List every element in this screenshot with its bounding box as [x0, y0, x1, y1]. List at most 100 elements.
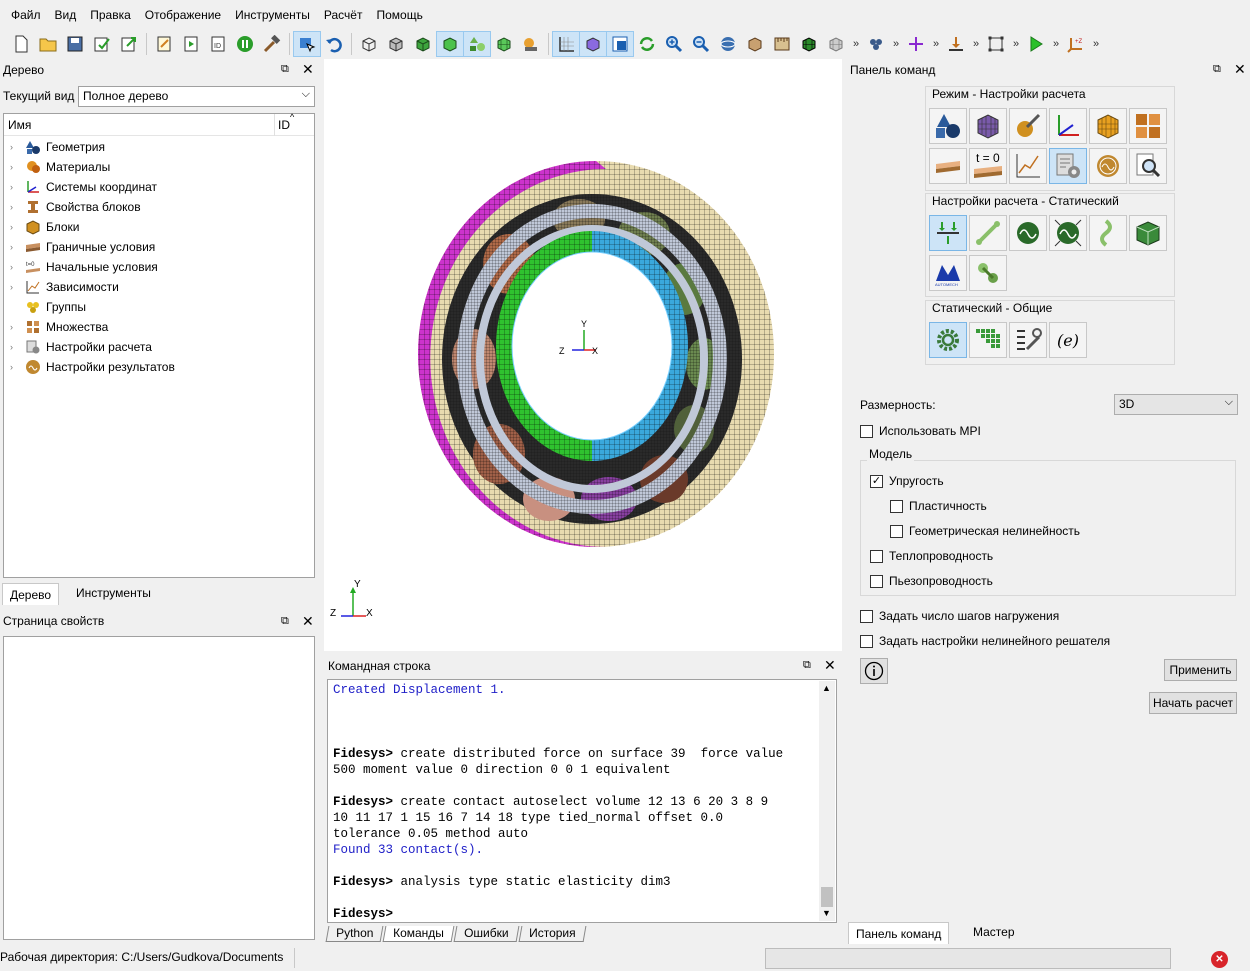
wireframe-cube-icon[interactable]	[356, 32, 382, 56]
load-steps-checkbox[interactable]: Задать число шагов нагружения	[860, 609, 1059, 623]
tab-errors[interactable]: Ошибки	[453, 926, 520, 942]
axes-grid-icon[interactable]	[552, 31, 580, 57]
checkbox-box[interactable]	[870, 549, 883, 563]
static-analysis-icon[interactable]	[929, 215, 967, 251]
open-folder-icon[interactable]	[35, 32, 61, 56]
toolbar-overflow-icon[interactable]: »	[1090, 38, 1102, 50]
close-icon[interactable]: ✕	[824, 657, 836, 674]
export-icon[interactable]	[116, 32, 142, 56]
tree-item-sets[interactable]: › Множества	[4, 317, 314, 337]
chevron-right-icon[interactable]: ›	[10, 142, 24, 152]
tree-item-block-properties[interactable]: › Свойства блоков	[4, 197, 314, 217]
checkbox-checked[interactable]: ✓	[870, 474, 883, 488]
scroll-down-icon[interactable]: ▼	[822, 908, 831, 918]
window-view-icon[interactable]	[606, 31, 634, 57]
close-icon[interactable]: ✕	[302, 613, 314, 630]
tab-tree[interactable]: Дерево	[2, 583, 60, 605]
info-button[interactable]	[860, 658, 888, 684]
load-arrow-icon[interactable]	[943, 32, 969, 56]
undock-icon[interactable]: ⧉	[281, 615, 289, 628]
apply-button[interactable]: Применить	[1164, 659, 1237, 681]
joints-icon[interactable]	[969, 255, 1007, 291]
toolbar-overflow-icon[interactable]: »	[970, 38, 982, 50]
tree-item-blocks[interactable]: › Блоки	[4, 217, 314, 237]
scrollbar-thumb[interactable]	[821, 887, 833, 907]
tree-item-geometry[interactable]: › Геометрия	[4, 137, 314, 157]
toolbar-overflow-icon[interactable]: »	[1010, 38, 1022, 50]
tab-wizard[interactable]: Мастер	[966, 921, 1022, 943]
col-id-header[interactable]: ID	[278, 118, 290, 132]
start-analysis-button[interactable]: Начать расчет	[1149, 692, 1237, 714]
chevron-right-icon[interactable]: ›	[10, 202, 24, 212]
buckling-icon[interactable]	[1089, 215, 1127, 251]
plasticity-checkbox[interactable]: Пластичность	[890, 499, 987, 513]
volumes-icon[interactable]	[463, 31, 491, 57]
menu-display[interactable]: Отображение	[138, 0, 228, 30]
run-analysis-icon[interactable]	[1023, 32, 1049, 56]
menu-analysis[interactable]: Расчёт	[317, 0, 370, 30]
chevron-right-icon[interactable]: ›	[10, 342, 24, 352]
checkbox-box[interactable]	[860, 634, 873, 648]
command-output[interactable]: Created Displacement 1. Fidesys> create d…	[329, 681, 819, 921]
tab-tools[interactable]: Инструменты	[69, 582, 158, 604]
heat-conduction-checkbox[interactable]: Теплопроводность	[870, 549, 993, 563]
new-file-icon[interactable]	[8, 32, 34, 56]
tree-item-result-settings[interactable]: › Настройки результатов	[4, 357, 314, 377]
menu-file[interactable]: Файл	[4, 0, 48, 30]
element-grid-icon[interactable]	[969, 322, 1007, 358]
modal-icon[interactable]	[1009, 215, 1047, 251]
save-as-icon[interactable]	[89, 32, 115, 56]
chevron-right-icon[interactable]: ›	[10, 242, 24, 252]
dimension-select[interactable]: 3D ⌵	[1114, 394, 1238, 415]
blocks-mode-icon[interactable]	[1089, 108, 1127, 144]
automechanics-icon[interactable]: AUTOMECH	[929, 255, 967, 291]
mesh-gray-icon[interactable]	[823, 32, 849, 56]
inspect-mode-icon[interactable]	[1129, 148, 1167, 184]
bounding-box-icon[interactable]	[983, 32, 1009, 56]
scroll-up-icon[interactable]: ▲	[822, 683, 831, 693]
checkbox-box[interactable]	[870, 574, 883, 588]
expression-icon[interactable]: (e)	[1049, 322, 1087, 358]
shaded-cube-icon[interactable]	[410, 32, 436, 56]
piezo-conduction-checkbox[interactable]: Пьезопроводность	[870, 574, 993, 588]
checkbox-box[interactable]	[890, 499, 903, 513]
col-name-header[interactable]: Имя	[8, 118, 31, 132]
chevron-right-icon[interactable]: ›	[10, 262, 24, 272]
dependencies-mode-icon[interactable]	[1009, 148, 1047, 184]
box-view-icon[interactable]	[742, 32, 768, 56]
chevron-right-icon[interactable]: ›	[10, 222, 24, 232]
undock-icon[interactable]: ⧉	[281, 63, 289, 76]
run-journal-icon[interactable]	[178, 32, 204, 56]
journal-edit-icon[interactable]	[151, 32, 177, 56]
pause-icon[interactable]	[232, 32, 258, 56]
tree-item-materials[interactable]: › Материалы	[4, 157, 314, 177]
tree-item-initial-conditions[interactable]: › t=0 Начальные условия	[4, 257, 314, 277]
chevron-right-icon[interactable]: ›	[10, 322, 24, 332]
graphics-viewport[interactable]: Y X Z Y X Z	[324, 59, 842, 651]
tree-item-coordinate-systems[interactable]: › Системы координат	[4, 177, 314, 197]
tree-item-analysis-settings[interactable]: › Настройки расчета	[4, 337, 314, 357]
ruler-icon[interactable]	[769, 32, 795, 56]
chevron-right-icon[interactable]: ›	[10, 162, 24, 172]
tree-item-dependencies[interactable]: › Зависимости	[4, 277, 314, 297]
bone-load-icon[interactable]	[969, 215, 1007, 251]
tab-commands[interactable]: Команды	[382, 926, 455, 942]
zoom-out-icon[interactable]	[688, 32, 714, 56]
solver-tools-icon[interactable]	[1009, 322, 1047, 358]
initial-conditions-mode-icon[interactable]: t = 0	[969, 148, 1007, 184]
toolbar-overflow-icon[interactable]: »	[930, 38, 942, 50]
stop-icon[interactable]: ✕	[1211, 951, 1228, 968]
close-icon[interactable]: ✕	[1234, 61, 1246, 78]
geometric-nonlinearity-checkbox[interactable]: Геометрическая нелинейность	[890, 524, 1080, 538]
close-icon[interactable]: ✕	[302, 61, 314, 78]
point-cross-icon[interactable]	[903, 32, 929, 56]
chevron-right-icon[interactable]: ›	[10, 362, 24, 372]
smooth-shaded-cube-icon[interactable]	[436, 31, 464, 57]
tree-item-groups[interactable]: Группы	[4, 297, 314, 317]
general-settings-icon[interactable]	[929, 322, 967, 358]
toolbar-overflow-icon[interactable]: »	[850, 38, 862, 50]
refresh-icon[interactable]	[634, 32, 660, 56]
tree-item-boundary-conditions[interactable]: › Граничные условия	[4, 237, 314, 257]
view-select[interactable]: Полное дерево ⌵	[78, 86, 315, 107]
probe-icon[interactable]	[518, 32, 544, 56]
